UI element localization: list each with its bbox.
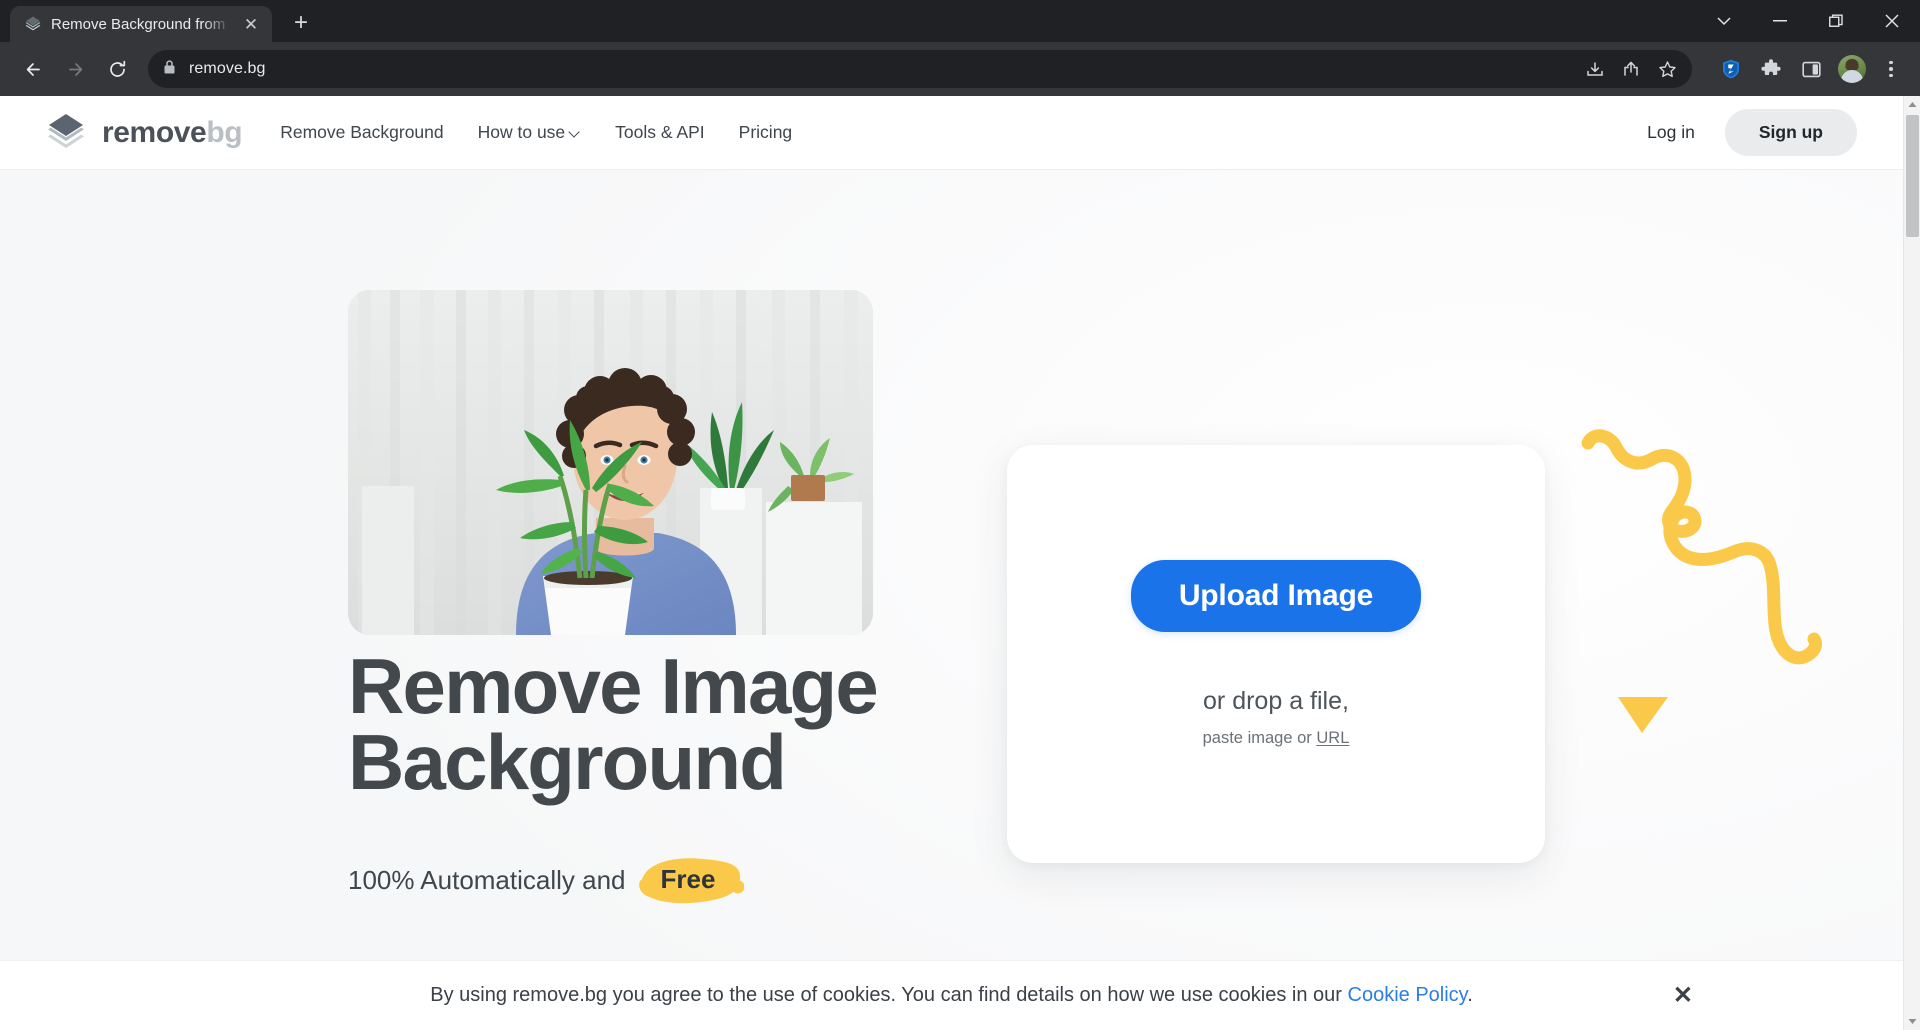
- upload-image-button[interactable]: Upload Image: [1130, 560, 1422, 632]
- paste-prefix: paste image or: [1202, 729, 1317, 747]
- page-title: Remove Image Background: [348, 647, 1048, 801]
- tab-title: Remove Background from Image: [51, 15, 231, 33]
- back-arrow-icon[interactable]: [14, 50, 52, 88]
- cookie-banner-text: By using remove.bg you agree to the use …: [430, 984, 1473, 1007]
- restore-icon[interactable]: [1808, 0, 1864, 42]
- address-bar[interactable]: remove.bg: [148, 50, 1692, 88]
- scroll-up-arrow-icon[interactable]: [1904, 96, 1920, 113]
- zenmate-shield-icon[interactable]: [1714, 52, 1748, 86]
- removebg-layers-icon: [44, 111, 88, 155]
- bookmark-star-icon[interactable]: [1650, 52, 1684, 86]
- page-scrollbar[interactable]: [1903, 96, 1920, 1030]
- nav-label: Remove Background: [280, 122, 444, 142]
- nav-label: How to use: [477, 122, 566, 142]
- nav-label: Tools & API: [615, 122, 705, 142]
- chevron-down-icon: [570, 127, 581, 138]
- cookie-consent-banner: By using remove.bg you agree to the use …: [0, 960, 1903, 1030]
- reload-icon[interactable]: [98, 50, 136, 88]
- site-logo[interactable]: removebg: [44, 111, 243, 155]
- avatar[interactable]: [1838, 55, 1866, 83]
- hero-photo: [348, 290, 873, 635]
- free-highlight: Free: [638, 858, 745, 904]
- upload-dropzone-card[interactable]: Upload Image or drop a file, paste image…: [1007, 445, 1545, 863]
- scrollbar-thumb[interactable]: [1906, 115, 1919, 237]
- tab-search-icon[interactable]: [1696, 0, 1752, 42]
- free-label: Free: [660, 864, 716, 894]
- browser-toolbar: remove.bg: [0, 42, 1920, 96]
- url-link[interactable]: URL: [1316, 729, 1349, 747]
- url-text: remove.bg: [189, 60, 266, 77]
- nav-item-how-to-use[interactable]: How to use: [478, 122, 582, 143]
- nav-item-tools-api[interactable]: Tools & API: [615, 122, 705, 143]
- forward-arrow-icon[interactable]: [56, 50, 94, 88]
- headline-line-1: Remove Image: [348, 642, 879, 730]
- hero-subtitle: 100% Automatically and Free: [348, 858, 745, 904]
- install-icon[interactable]: [1578, 52, 1612, 86]
- headline-line-2: Background: [348, 718, 787, 807]
- login-link[interactable]: Log in: [1635, 114, 1707, 151]
- removebg-layers-icon: [24, 15, 42, 33]
- subline-text: 100% Automatically and: [348, 864, 626, 895]
- paste-url-text: paste image or URL: [1203, 729, 1350, 748]
- puzzle-extensions-icon[interactable]: [1754, 52, 1788, 86]
- hero-section: Remove Image Background 100% Automatical…: [0, 170, 1903, 1030]
- site-header: removebg Remove Background How to use To…: [0, 96, 1903, 170]
- nav-label: Pricing: [738, 122, 793, 142]
- page-content: removebg Remove Background How to use To…: [0, 96, 1903, 1030]
- nav-item-remove-background[interactable]: Remove Background: [280, 122, 443, 143]
- cookie-text-prefix: By using remove.bg you agree to the use …: [430, 984, 1348, 1006]
- nav-item-pricing[interactable]: Pricing: [739, 122, 793, 143]
- kebab-menu-icon[interactable]: [1876, 52, 1906, 86]
- close-icon[interactable]: ✕: [1673, 983, 1693, 1008]
- window-controls: [1696, 0, 1920, 42]
- cookie-text-suffix: .: [1467, 984, 1473, 1006]
- drop-file-text: or drop a file,: [1203, 687, 1349, 715]
- lock-icon: [162, 59, 177, 80]
- yellow-squiggle-decoration: [1580, 425, 1860, 735]
- page-viewport: removebg Remove Background How to use To…: [0, 96, 1920, 1030]
- browser-tab[interactable]: Remove Background from Image ✕: [10, 6, 272, 42]
- logo-text: removebg: [102, 115, 243, 150]
- cookie-policy-link[interactable]: Cookie Policy: [1348, 984, 1468, 1006]
- extension-icons: [1706, 52, 1828, 86]
- logo-text-primary: remove: [102, 115, 207, 149]
- scroll-down-arrow-icon[interactable]: [1904, 1013, 1920, 1030]
- main-nav: Remove Background How to use Tools & API…: [280, 122, 792, 143]
- close-icon[interactable]: ✕: [240, 13, 262, 35]
- browser-window: Remove Background from Image ✕ +: [0, 0, 1920, 1030]
- tab-strip: Remove Background from Image ✕ +: [0, 0, 1920, 42]
- side-panel-icon[interactable]: [1794, 52, 1828, 86]
- omnibox-actions: [1578, 50, 1684, 88]
- share-icon[interactable]: [1614, 52, 1648, 86]
- header-actions: Log in Sign up: [1635, 109, 1857, 156]
- minimize-icon[interactable]: [1752, 0, 1808, 42]
- logo-text-secondary: bg: [206, 115, 243, 149]
- close-window-icon[interactable]: [1864, 0, 1920, 42]
- signup-button[interactable]: Sign up: [1724, 109, 1857, 156]
- new-tab-button[interactable]: +: [284, 6, 318, 40]
